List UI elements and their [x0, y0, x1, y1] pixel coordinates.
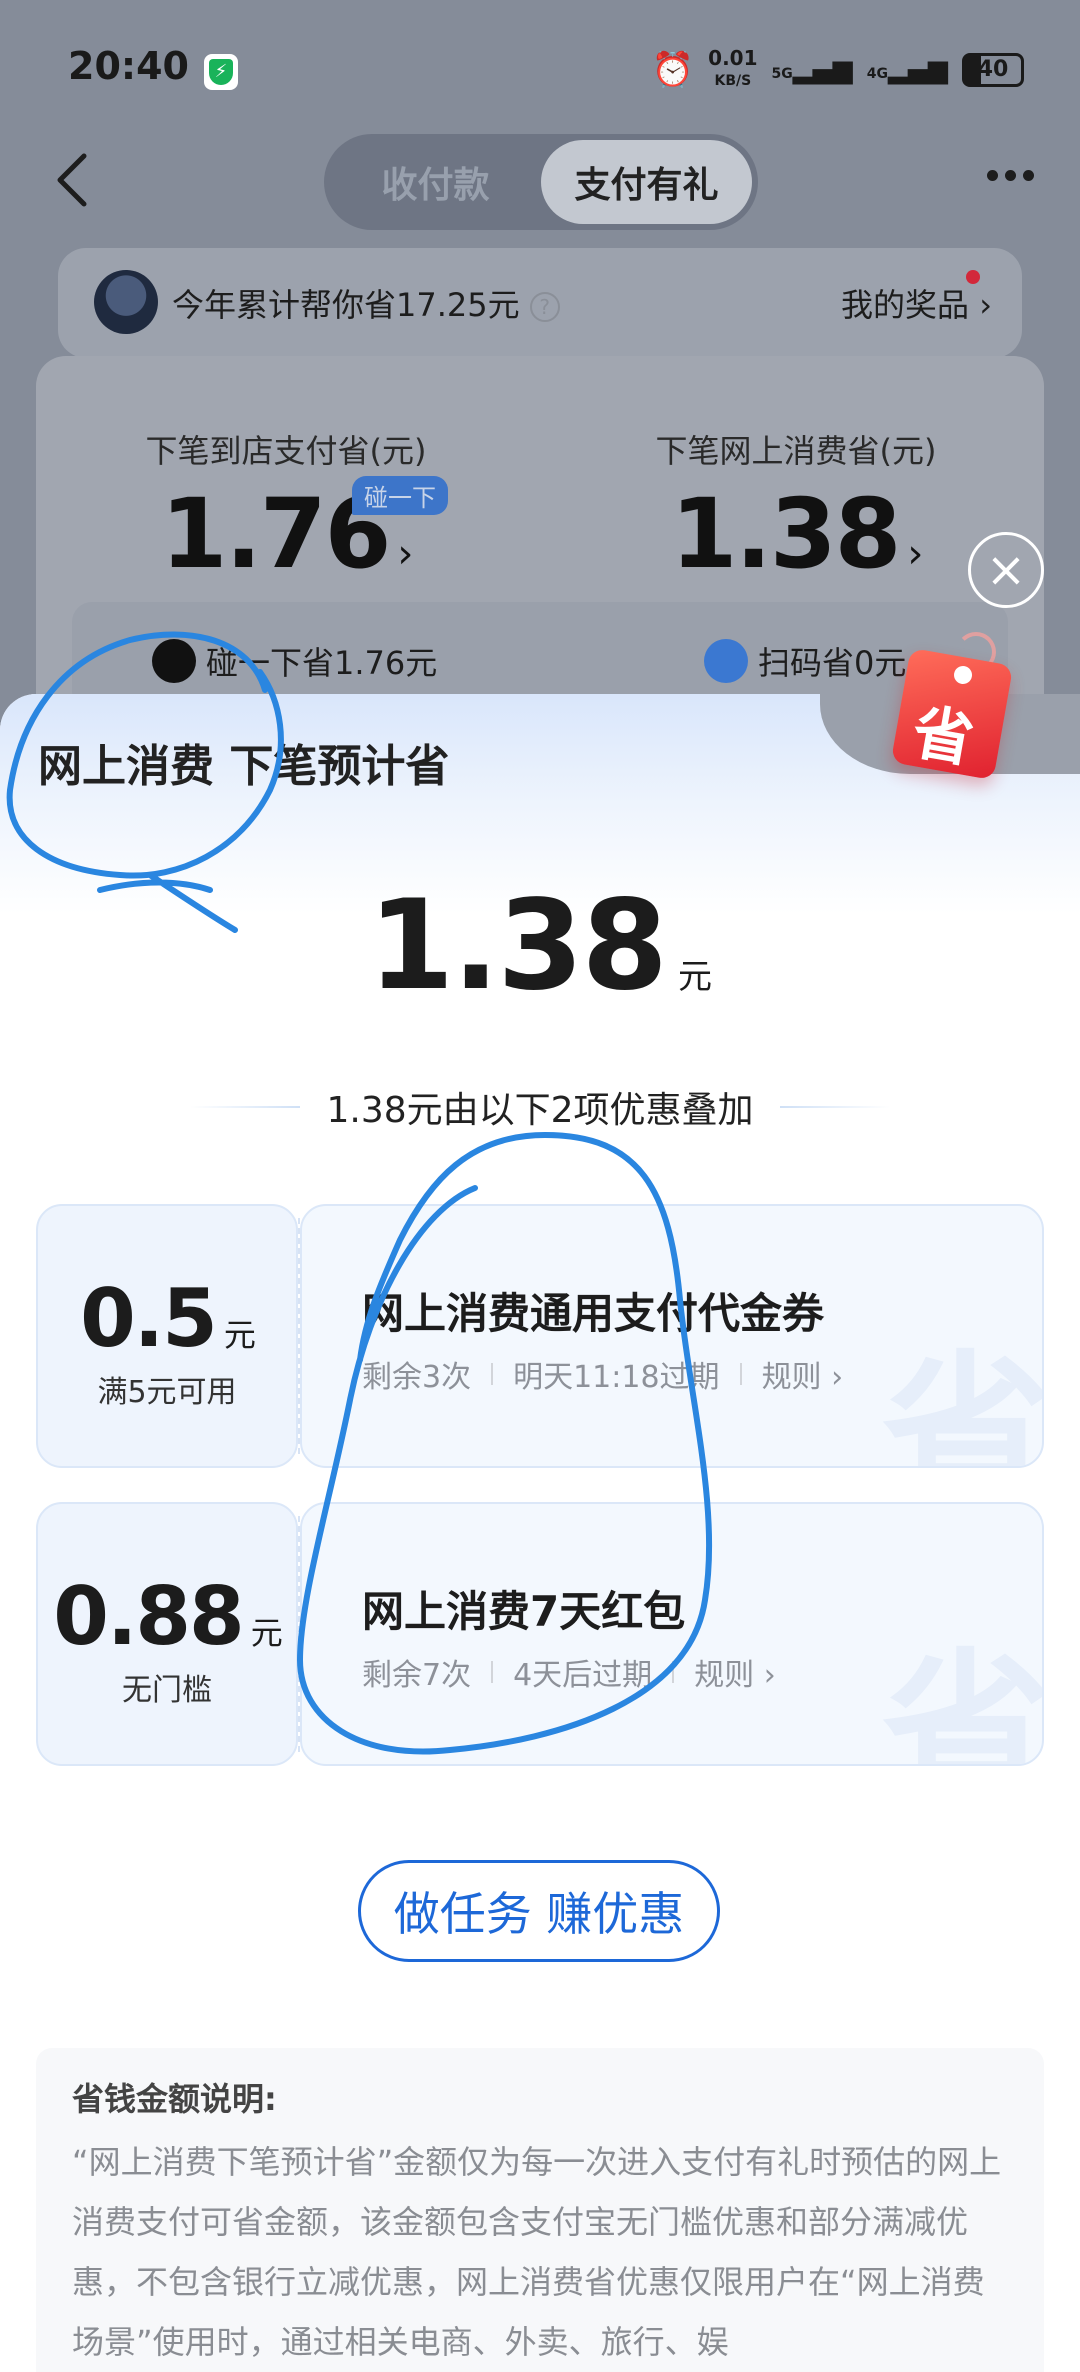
stack-summary-text: 1.38元由以下2项优惠叠加 — [326, 1090, 754, 1131]
net-speed: 0.01 KB/S — [708, 46, 758, 89]
tab-pay-rewards[interactable]: 支付有礼 — [541, 140, 752, 224]
status-time: 20:40 — [68, 44, 189, 88]
savings-explanation: 省钱金额说明: “网上消费下笔预计省”金额仅为每一次进入支付有礼时预估的网上消费… — [36, 2048, 1044, 2372]
coupon-amount: 0.5 — [80, 1272, 218, 1365]
signal-4g-icon: 4G▂▄▆ — [866, 54, 948, 85]
explanation-title: 省钱金额说明: — [72, 2080, 277, 2118]
online-saving-sheet: 网上消费 下笔预计省 1.38 元 1.38元由以下2项优惠叠加 0.5 元 满5元… — [0, 694, 1080, 2372]
coupon-rules-link[interactable]: 规则 › — [694, 1650, 776, 1694]
coupon-meta: 剩余7次 4天后过期 规则 › — [362, 1650, 776, 1694]
coupon-condition: 满5元可用 — [97, 1375, 237, 1410]
coupon-meta: 剩余3次 明天11:18过期 规则 › — [362, 1352, 843, 1396]
online-prediction[interactable]: 下笔网上消费省(元) 1.38 › — [566, 426, 1026, 590]
tap-badge: 碰一下 — [352, 476, 448, 515]
coupon-condition: 无门槛 — [122, 1673, 212, 1708]
store-caption: 下笔到店支付省(元) — [145, 432, 427, 470]
coupon-expiry: 4天后过期 — [513, 1658, 653, 1693]
tab-payments[interactable]: 收付款 — [330, 140, 541, 224]
scan-saving-item[interactable]: 扫码省0元 — [704, 638, 906, 684]
my-prizes-link[interactable]: 我的奖品 › — [841, 270, 992, 326]
predicted-amount-unit: 元 — [677, 957, 712, 997]
tap-icon — [152, 639, 196, 683]
coupon-remaining: 剩余3次 — [362, 1360, 472, 1395]
coupon-title: 网上消费通用支付代金券 — [362, 1289, 825, 1338]
close-button[interactable]: × — [968, 532, 1044, 608]
status-indicators: ⏰ 0.01 KB/S 5G▂▄▆ 4G▂▄▆ 40 — [652, 48, 1024, 91]
shield-icon: ⚡ — [204, 54, 238, 90]
notification-dot — [966, 270, 980, 284]
coupon-watermark: 省 — [881, 1634, 1044, 1766]
yearly-savings-text: 今年累计帮你省17.25元? — [172, 280, 560, 326]
saving-tag-icon: 省 — [890, 632, 1018, 782]
coupon-amount: 0.88 — [53, 1570, 244, 1663]
predicted-amount-value: 1.38 — [368, 874, 668, 1018]
alarm-icon: ⏰ — [651, 49, 695, 90]
coupon-info-panel: 省 网上消费通用支付代金券 剩余3次 明天11:18过期 规则 › — [300, 1204, 1044, 1468]
explanation-body: “网上消费下笔预计省”金额仅为每一次进入支付有礼时预估的网上消费支付可省金额，该… — [72, 2143, 1002, 2361]
coupon-expiry: 明天11:18过期 — [513, 1360, 720, 1395]
header-tabs: 收付款 支付有礼 — [324, 134, 758, 230]
do-tasks-button[interactable]: 做任务 赚优惠 — [358, 1860, 720, 1962]
divider — [779, 1106, 890, 1108]
more-icon[interactable] — [987, 170, 1034, 181]
sheet-title: 网上消费 下笔预计省 — [38, 741, 450, 792]
status-bar: 20:40 ⚡ ⏰ 0.01 KB/S 5G▂▄▆ 4G▂▄▆ 40 — [0, 0, 1080, 140]
battery-icon: 40 — [962, 52, 1024, 87]
coupon-value-panel: 0.5 元 满5元可用 — [36, 1204, 298, 1468]
signal-5g-icon: 5G▂▄▆ — [771, 54, 853, 85]
yearly-savings-bar[interactable]: 今年累计帮你省17.25元? 我的奖品 › — [58, 248, 1022, 358]
coupon-rules-link[interactable]: 规则 › — [762, 1352, 844, 1396]
coupon-watermark: 省 — [881, 1336, 1044, 1468]
predicted-amount: 1.38 元 — [0, 874, 1080, 1018]
store-prediction[interactable]: 下笔到店支付省(元) 1.76 › — [56, 426, 516, 590]
scan-icon — [704, 639, 748, 683]
coupon-title: 网上消费7天红包 — [362, 1587, 686, 1636]
coupon-value-panel: 0.88 元 无门槛 — [36, 1502, 298, 1766]
coupon-info-panel: 省 网上消费7天红包 剩余7次 4天后过期 规则 › — [300, 1502, 1044, 1766]
online-value: 1.38 › — [670, 478, 924, 590]
avatar — [94, 270, 158, 334]
coupon-remaining: 剩余7次 — [362, 1658, 472, 1693]
help-icon[interactable]: ? — [529, 292, 560, 322]
online-caption: 下笔网上消费省(元) — [655, 432, 937, 470]
back-icon[interactable] — [52, 150, 92, 210]
coupon-card[interactable]: 0.88 元 无门槛 省 网上消费7天红包 剩余7次 4天后过期 规则 › — [36, 1502, 1044, 1766]
divider — [190, 1106, 301, 1108]
stack-summary: 1.38元由以下2项优惠叠加 — [190, 1084, 890, 1131]
tap-saving-item[interactable]: 碰一下省1.76元 — [152, 638, 437, 684]
coupon-card[interactable]: 0.5 元 满5元可用 省 网上消费通用支付代金券 剩余3次 明天11:18过期 … — [36, 1204, 1044, 1468]
